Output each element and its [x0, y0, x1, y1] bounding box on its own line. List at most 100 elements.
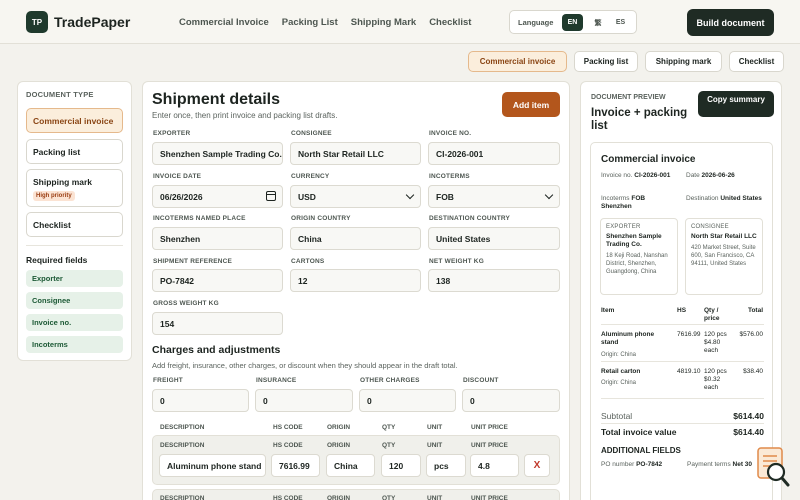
item-qty-field[interactable]: 120: [381, 454, 421, 477]
destination-value: United States: [720, 195, 762, 202]
preview-col-total: Total: [747, 307, 763, 314]
document-preview-panel: DOCUMENT PREVIEW Invoice + packing list …: [580, 81, 782, 500]
invoice-no-key: Invoice no.: [601, 172, 633, 179]
priority-badge: High priority: [33, 191, 75, 201]
table-divider: [601, 423, 764, 424]
nav-shipping-mark[interactable]: Shipping Mark: [351, 17, 416, 28]
exporter-card-address: 18 Keji Road, Nanshan District, Shenzhen…: [606, 253, 668, 275]
consignee-field[interactable]: North Star Retail LLC: [290, 142, 421, 165]
item-description-field[interactable]: Aluminum phone stand: [159, 454, 266, 477]
preview-row2-qty: 120 pcs: [704, 368, 727, 375]
required-field-consignee: Consignee: [26, 292, 123, 309]
sidebar-item-shipping-mark[interactable]: Shipping mark High priority: [26, 169, 123, 207]
freight-field[interactable]: 0: [152, 389, 249, 412]
item-header-description: DESCRIPTION: [160, 442, 205, 449]
exporter-card-name: Shenzhen Sample Trading Co.: [606, 233, 662, 248]
language-switcher: Language EN 繁 ES: [509, 10, 637, 34]
net-weight-label: NET WEIGHT KG: [429, 258, 484, 265]
preview-doc-title: Commercial invoice: [601, 154, 696, 165]
preview-row1-item: Aluminum phone stand: [601, 331, 655, 346]
table-divider: [601, 398, 764, 399]
preview-incoterms: Incoterms FOB Shenzhen: [601, 195, 677, 211]
incoterms-key: Incoterms: [601, 195, 630, 202]
top-bar: TP TradePaper Commercial Invoice Packing…: [0, 0, 800, 44]
exporter-field[interactable]: Shenzhen Sample Trading Co.: [152, 142, 283, 165]
column-header-origin: ORIGIN: [327, 424, 351, 431]
origin-country-field[interactable]: China: [290, 227, 421, 250]
other-charges-field[interactable]: 0: [359, 389, 456, 412]
nav-packing-list[interactable]: Packing List: [282, 17, 338, 28]
invoice-date-field[interactable]: 06/26/2026: [152, 185, 283, 208]
copy-summary-button[interactable]: Copy summary: [698, 91, 774, 117]
nav-checklist[interactable]: Checklist: [429, 17, 471, 28]
preview-row2-price: $0.32: [704, 376, 721, 383]
preview-col-item: Item: [601, 307, 615, 314]
currency-select[interactable]: USD: [290, 185, 421, 208]
preview-row1-total: $576.00: [739, 331, 764, 338]
exporter-card-heading: EXPORTER: [606, 224, 641, 230]
subtotal-label: Subtotal: [601, 411, 633, 421]
logo-icon[interactable]: TP: [26, 11, 48, 33]
required-field-invoice-no: Invoice no.: [26, 314, 123, 331]
column-header-unit: UNIT: [427, 424, 443, 431]
top-nav: Commercial Invoice Packing List Shipping…: [179, 17, 471, 28]
chevron-down-icon: [544, 190, 554, 200]
document-search-icon[interactable]: [757, 447, 791, 489]
item-header-unit: UNIT: [427, 495, 443, 500]
preview-row2-hs: 4819.10: [677, 368, 701, 375]
sidebar-item-checklist[interactable]: Checklist: [26, 212, 123, 237]
consignee-label: CONSIGNEE: [291, 130, 332, 137]
item-hs-code-field[interactable]: 7616.99: [271, 454, 320, 477]
nav-commercial-invoice[interactable]: Commercial Invoice: [179, 17, 269, 28]
invoice-date-value: 06/26/2026: [160, 192, 203, 202]
preview-row2-origin: Origin: China: [601, 380, 637, 386]
exporter-label: EXPORTER: [153, 130, 191, 137]
sidebar-item-label: Commercial invoice: [33, 116, 114, 126]
consignee-card: CONSIGNEE North Star Retail LLC 420 Mark…: [685, 218, 763, 295]
required-field-exporter: Exporter: [26, 270, 123, 287]
add-item-button[interactable]: Add item: [502, 92, 560, 117]
invoice-no-value: CI-2026-001: [634, 172, 671, 179]
named-place-field[interactable]: Shenzhen: [152, 227, 283, 250]
sidebar-item-packing-list[interactable]: Packing list: [26, 139, 123, 164]
remove-item-button[interactable]: X: [524, 454, 550, 477]
discount-field[interactable]: 0: [462, 389, 560, 412]
charges-heading: Charges and adjustments: [152, 344, 281, 356]
required-fields-heading: Required fields: [26, 255, 88, 265]
shipment-details-panel: Shipment details Enter once, then print …: [142, 81, 570, 500]
preview-row1-qty: 120 pcs: [704, 331, 727, 338]
preview-row2-each: each: [704, 384, 719, 391]
net-weight-field[interactable]: 138: [428, 269, 560, 292]
invoice-no-label: INVOICE NO.: [429, 130, 472, 137]
language-zh-button[interactable]: 繁: [587, 14, 608, 31]
sidebar-item-commercial-invoice[interactable]: Commercial invoice: [26, 108, 123, 133]
tab-shipping-mark[interactable]: Shipping mark: [645, 51, 722, 72]
item-origin-field[interactable]: China: [326, 454, 375, 477]
cartons-field[interactable]: 12: [290, 269, 421, 292]
tab-commercial-invoice[interactable]: Commercial invoice: [468, 51, 567, 72]
language-label: Language: [518, 18, 554, 27]
tab-packing-list[interactable]: Packing list: [574, 51, 638, 72]
sidebar-item-label: Checklist: [33, 220, 71, 230]
language-en-button[interactable]: EN: [562, 14, 583, 31]
build-document-button[interactable]: Build document: [687, 9, 774, 36]
invoice-no-field[interactable]: CI-2026-001: [428, 142, 560, 165]
preview-title: Invoice + packing list: [591, 107, 688, 132]
exporter-card: EXPORTER Shenzhen Sample Trading Co. 18 …: [600, 218, 678, 295]
tab-checklist[interactable]: Checklist: [729, 51, 784, 72]
destination-country-field[interactable]: United States: [428, 227, 560, 250]
item-unit-price-field[interactable]: 4.8: [470, 454, 519, 477]
language-es-button[interactable]: ES: [610, 14, 631, 31]
insurance-field[interactable]: 0: [255, 389, 353, 412]
freight-label: FREIGHT: [153, 377, 183, 384]
destination-country-label: DESTINATION COUNTRY: [429, 215, 511, 222]
subtotal-value: $614.40: [733, 411, 764, 421]
shipment-reference-field[interactable]: PO-7842: [152, 269, 283, 292]
preview-destination: Destination United States: [686, 195, 766, 203]
payment-terms-value: Net 30: [732, 461, 753, 468]
item-unit-field[interactable]: pcs: [426, 454, 466, 477]
gross-weight-field[interactable]: 154: [152, 312, 283, 335]
consignee-card-address: 420 Market Street, Suite 600, San Franci…: [691, 245, 756, 267]
calendar-icon[interactable]: [266, 191, 276, 201]
incoterms-select[interactable]: FOB: [428, 185, 560, 208]
